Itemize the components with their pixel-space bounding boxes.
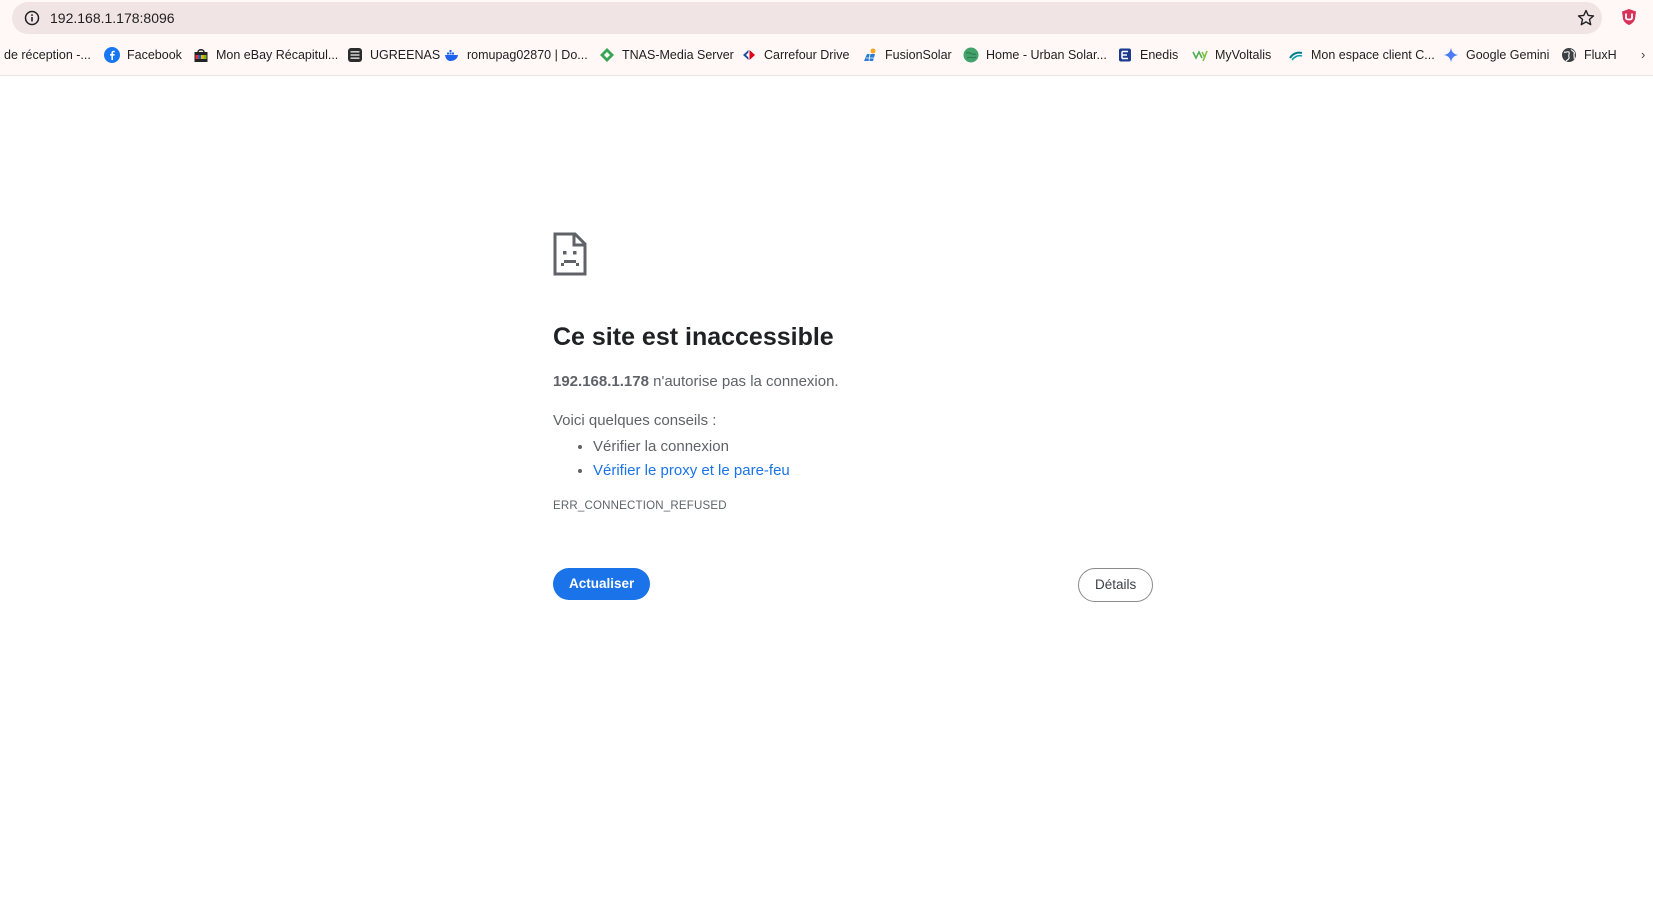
error-code: ERR_CONNECTION_REFUSED [553,500,727,512]
bookmark-label: romupag02870 | Do... [467,48,588,62]
info-icon[interactable] [24,10,40,26]
tips-intro: Voici quelques conseils : [553,412,717,429]
docker-whale-icon [444,47,460,63]
bookmarks-bar: de réception -... Facebook Mon eBay Réca… [0,44,1653,66]
shield-extension-icon[interactable] [1620,8,1638,26]
sad-document-icon [553,232,587,276]
bookmark-item[interactable]: Mon espace client C... [1288,44,1435,66]
bookmark-label: Mon espace client C... [1311,48,1435,62]
bookmark-label: Enedis [1140,48,1179,62]
error-description: 192.168.1.178 n'autorise pas la connexio… [553,372,839,392]
error-host: 192.168.1.178 [553,373,649,390]
tip-check-connection: Vérifier la connexion [593,438,729,455]
bookmark-item[interactable]: de réception -... [4,44,91,66]
bookmark-item[interactable]: UGREENAS [347,44,440,66]
tip-check-proxy-link[interactable]: Vérifier le proxy et le pare-feu [593,462,790,479]
bookmark-item[interactable]: Facebook [104,44,182,66]
solar-icon [862,47,878,63]
bookmark-label: Google Gemini [1466,48,1550,62]
bookmark-label: Home - Urban Solar... [986,48,1107,62]
bookmark-item[interactable]: Google Gemini [1443,44,1549,66]
bookmark-label: UGREENAS [370,48,441,62]
nas-icon [347,47,363,63]
bookmark-item[interactable]: Mon eBay Récapitul... [193,44,338,66]
globe-icon [1561,47,1577,63]
bookmark-label: FusionSolar [885,48,952,62]
more-bookmarks-chevron-icon[interactable]: › [1641,44,1653,66]
bookmark-item[interactable]: Carrefour Drive [741,44,849,66]
voltalis-icon [1192,47,1208,63]
credit-agricole-icon [1288,47,1304,63]
carrefour-icon [741,47,757,63]
browser-toolbar: 192.168.1.178:8096 de réception -... Fac… [0,0,1653,76]
gemini-sparkle-icon [1443,47,1459,63]
bookmark-item[interactable]: MyVoltalis [1192,44,1271,66]
diamond-icon [599,47,615,63]
bookmark-label: Carrefour Drive [764,48,850,62]
bookmark-item[interactable]: FusionSolar [862,44,952,66]
tip-item: Vérifier le proxy et le pare-feu [593,459,790,483]
bookmark-label: de réception -... [4,48,91,62]
bookmark-label: Mon eBay Récapitul... [216,48,339,62]
details-button[interactable]: Détails [1078,568,1154,602]
ebay-bag-icon [193,47,209,63]
bookmark-item[interactable]: romupag02870 | Do... [444,44,588,66]
bookmark-item[interactable]: Home - Urban Solar... [963,44,1107,66]
error-title: Ce site est inaccessible [553,323,834,351]
bookmark-label: Facebook [127,48,182,62]
reload-button[interactable]: Actualiser [553,568,651,600]
tip-item: Vérifier la connexion [593,435,790,459]
tips-list: Vérifier la connexion Vérifier le proxy … [553,435,790,483]
star-icon[interactable] [1576,8,1596,28]
facebook-icon [104,47,120,63]
globe-green-icon [963,47,979,63]
enedis-icon [1117,47,1133,63]
url-text[interactable]: 192.168.1.178:8096 [50,10,175,26]
bookmark-item[interactable]: FluxH [1561,44,1617,66]
bookmark-label: MyVoltalis [1215,48,1272,62]
bookmark-label: FluxH [1584,48,1617,62]
bookmark-label: TNAS-Media Server [622,48,734,62]
bookmark-item[interactable]: TNAS-Media Server [599,44,734,66]
error-description-text: n'autorise pas la connexion. [653,373,839,390]
bookmark-item[interactable]: Enedis [1117,44,1178,66]
address-bar[interactable]: 192.168.1.178:8096 [12,2,1602,34]
